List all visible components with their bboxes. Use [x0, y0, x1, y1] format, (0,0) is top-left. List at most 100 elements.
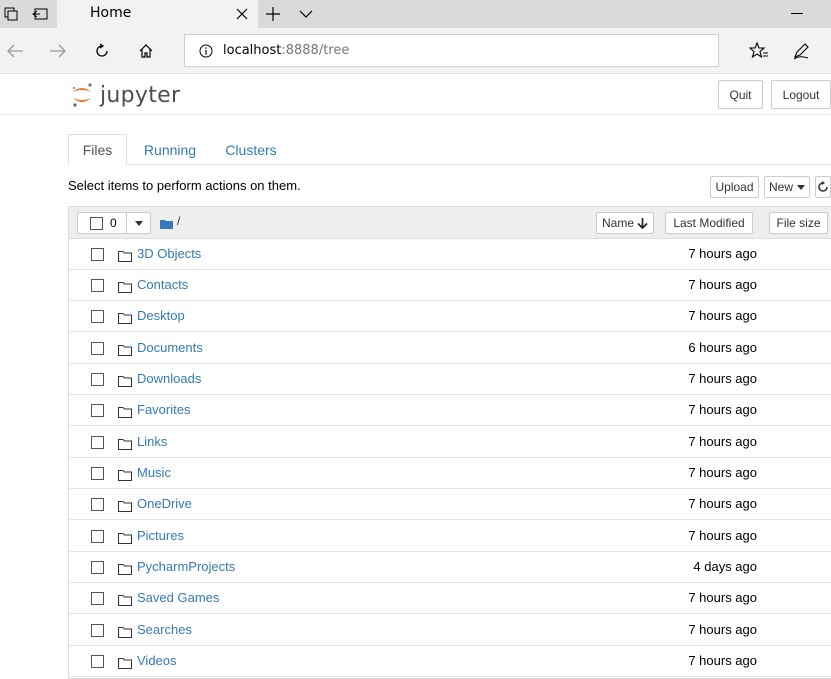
- browser-nav-bar: localhost:8888/tree: [0, 28, 831, 74]
- refresh-list-button[interactable]: [815, 176, 831, 198]
- item-name-link[interactable]: PycharmProjects: [137, 559, 235, 574]
- table-row[interactable]: Desktop 7 hours ago: [69, 301, 831, 332]
- row-checkbox[interactable]: [91, 624, 104, 637]
- row-checkbox[interactable]: [91, 561, 104, 574]
- breadcrumb-root[interactable]: /: [177, 214, 180, 228]
- table-row[interactable]: PycharmProjects 4 days ago: [69, 552, 831, 583]
- tab-running[interactable]: Running: [135, 134, 205, 165]
- info-icon[interactable]: [199, 44, 213, 58]
- row-checkbox[interactable]: [91, 655, 104, 668]
- minimize-window-icon[interactable]: [791, 13, 803, 14]
- table-row[interactable]: Favorites 7 hours ago: [69, 395, 831, 426]
- table-row[interactable]: Videos 7 hours ago: [69, 646, 831, 677]
- row-checkbox[interactable]: [91, 248, 104, 261]
- address-bar[interactable]: localhost:8888/tree: [184, 34, 719, 67]
- table-row[interactable]: Documents 6 hours ago: [69, 333, 831, 364]
- name-column-label: Name: [601, 216, 634, 230]
- new-tab-icon[interactable]: [264, 5, 282, 23]
- row-checkbox[interactable]: [91, 592, 104, 605]
- item-name-link[interactable]: Videos: [137, 653, 177, 668]
- item-modified: 7 hours ago: [688, 277, 757, 292]
- item-modified: 7 hours ago: [688, 622, 757, 637]
- table-row[interactable]: Music 7 hours ago: [69, 458, 831, 489]
- item-name-link[interactable]: Downloads: [137, 371, 201, 386]
- row-checkbox[interactable]: [91, 342, 104, 355]
- item-name-link[interactable]: Searches: [137, 622, 192, 637]
- folder-icon: [118, 280, 132, 293]
- refresh-list-icon: [818, 181, 828, 192]
- folder-breadcrumb-icon[interactable]: [160, 216, 173, 229]
- item-name-link[interactable]: Contacts: [137, 277, 188, 292]
- row-checkbox[interactable]: [91, 436, 104, 449]
- row-checkbox[interactable]: [91, 404, 104, 417]
- home-icon[interactable]: [136, 41, 156, 61]
- sort-by-name-button[interactable]: Name: [596, 212, 654, 234]
- item-modified: 7 hours ago: [688, 465, 757, 480]
- jupyter-header: jupyter Quit Logout: [0, 74, 831, 115]
- select-all-group: 0: [77, 212, 151, 234]
- caret-down-icon: [797, 184, 805, 190]
- listing-header: 0 / Name Last Modified File size: [69, 207, 831, 239]
- row-checkbox[interactable]: [91, 498, 104, 511]
- item-name-link[interactable]: Pictures: [137, 528, 184, 543]
- item-name-link[interactable]: Saved Games: [137, 590, 219, 605]
- jupyter-logo[interactable]: jupyter: [70, 80, 180, 110]
- caret-down-icon: [135, 220, 143, 226]
- sort-by-modified-button[interactable]: Last Modified: [665, 212, 753, 234]
- row-checkbox[interactable]: [91, 530, 104, 543]
- browser-tab-strip: Home: [0, 0, 831, 28]
- file-listing: 0 / Name Last Modified File size 3D Obje…: [68, 206, 831, 679]
- table-row[interactable]: Downloads 7 hours ago: [69, 364, 831, 395]
- item-modified: 4 days ago: [693, 559, 757, 574]
- folder-icon: [118, 656, 132, 669]
- favorites-star-icon[interactable]: [749, 41, 769, 61]
- browser-tab-home[interactable]: Home: [57, 0, 258, 28]
- new-button-label: New: [768, 180, 793, 194]
- folder-icon: [118, 437, 132, 450]
- table-row[interactable]: Searches 7 hours ago: [69, 615, 831, 646]
- dashboard-tabs: Files Running Clusters: [68, 134, 831, 165]
- chevron-down-icon[interactable]: [298, 7, 314, 21]
- tab-files[interactable]: Files: [68, 134, 127, 165]
- jupyter-logo-icon: [72, 83, 92, 107]
- arrow-down-icon: [637, 217, 648, 229]
- row-checkbox[interactable]: [91, 373, 104, 386]
- folder-icon: [118, 311, 132, 324]
- table-row[interactable]: 3D Objects 7 hours ago: [69, 239, 831, 270]
- table-row[interactable]: OneDrive 7 hours ago: [69, 489, 831, 520]
- tab-clusters[interactable]: Clusters: [217, 134, 285, 165]
- select-menu-button[interactable]: [126, 213, 151, 233]
- row-checkbox[interactable]: [91, 310, 104, 323]
- item-name-link[interactable]: Documents: [137, 340, 203, 355]
- table-row[interactable]: Saved Games 7 hours ago: [69, 583, 831, 614]
- table-row[interactable]: Contacts 7 hours ago: [69, 270, 831, 301]
- item-name-link[interactable]: Desktop: [137, 308, 185, 323]
- item-modified: 6 hours ago: [688, 340, 757, 355]
- tab-actions-icon[interactable]: [2, 5, 20, 23]
- close-tab-icon[interactable]: [234, 6, 250, 22]
- item-modified: 7 hours ago: [688, 402, 757, 417]
- folder-icon: [118, 499, 132, 512]
- item-name-link[interactable]: Links: [137, 434, 167, 449]
- upload-button[interactable]: Upload: [710, 176, 759, 198]
- pen-icon[interactable]: [791, 41, 811, 61]
- logout-button[interactable]: Logout: [771, 80, 831, 109]
- item-name-link[interactable]: Favorites: [137, 402, 190, 417]
- table-row[interactable]: Pictures 7 hours ago: [69, 521, 831, 552]
- item-name-link[interactable]: 3D Objects: [137, 246, 201, 261]
- table-row[interactable]: Links 7 hours ago: [69, 427, 831, 458]
- sort-by-size-button[interactable]: File size: [769, 212, 828, 234]
- forward-arrow-icon[interactable]: [48, 41, 68, 61]
- quit-button[interactable]: Quit: [718, 80, 763, 109]
- back-arrow-icon[interactable]: [5, 41, 25, 61]
- item-modified: 7 hours ago: [688, 246, 757, 261]
- item-name-link[interactable]: OneDrive: [137, 496, 192, 511]
- url-host: localhost: [223, 43, 282, 58]
- row-checkbox[interactable]: [91, 467, 104, 480]
- set-aside-tabs-icon[interactable]: [31, 5, 49, 23]
- row-checkbox[interactable]: [91, 279, 104, 292]
- new-button[interactable]: New: [764, 176, 810, 198]
- select-all-checkbox[interactable]: [90, 217, 103, 230]
- item-name-link[interactable]: Music: [137, 465, 171, 480]
- refresh-icon[interactable]: [92, 41, 112, 61]
